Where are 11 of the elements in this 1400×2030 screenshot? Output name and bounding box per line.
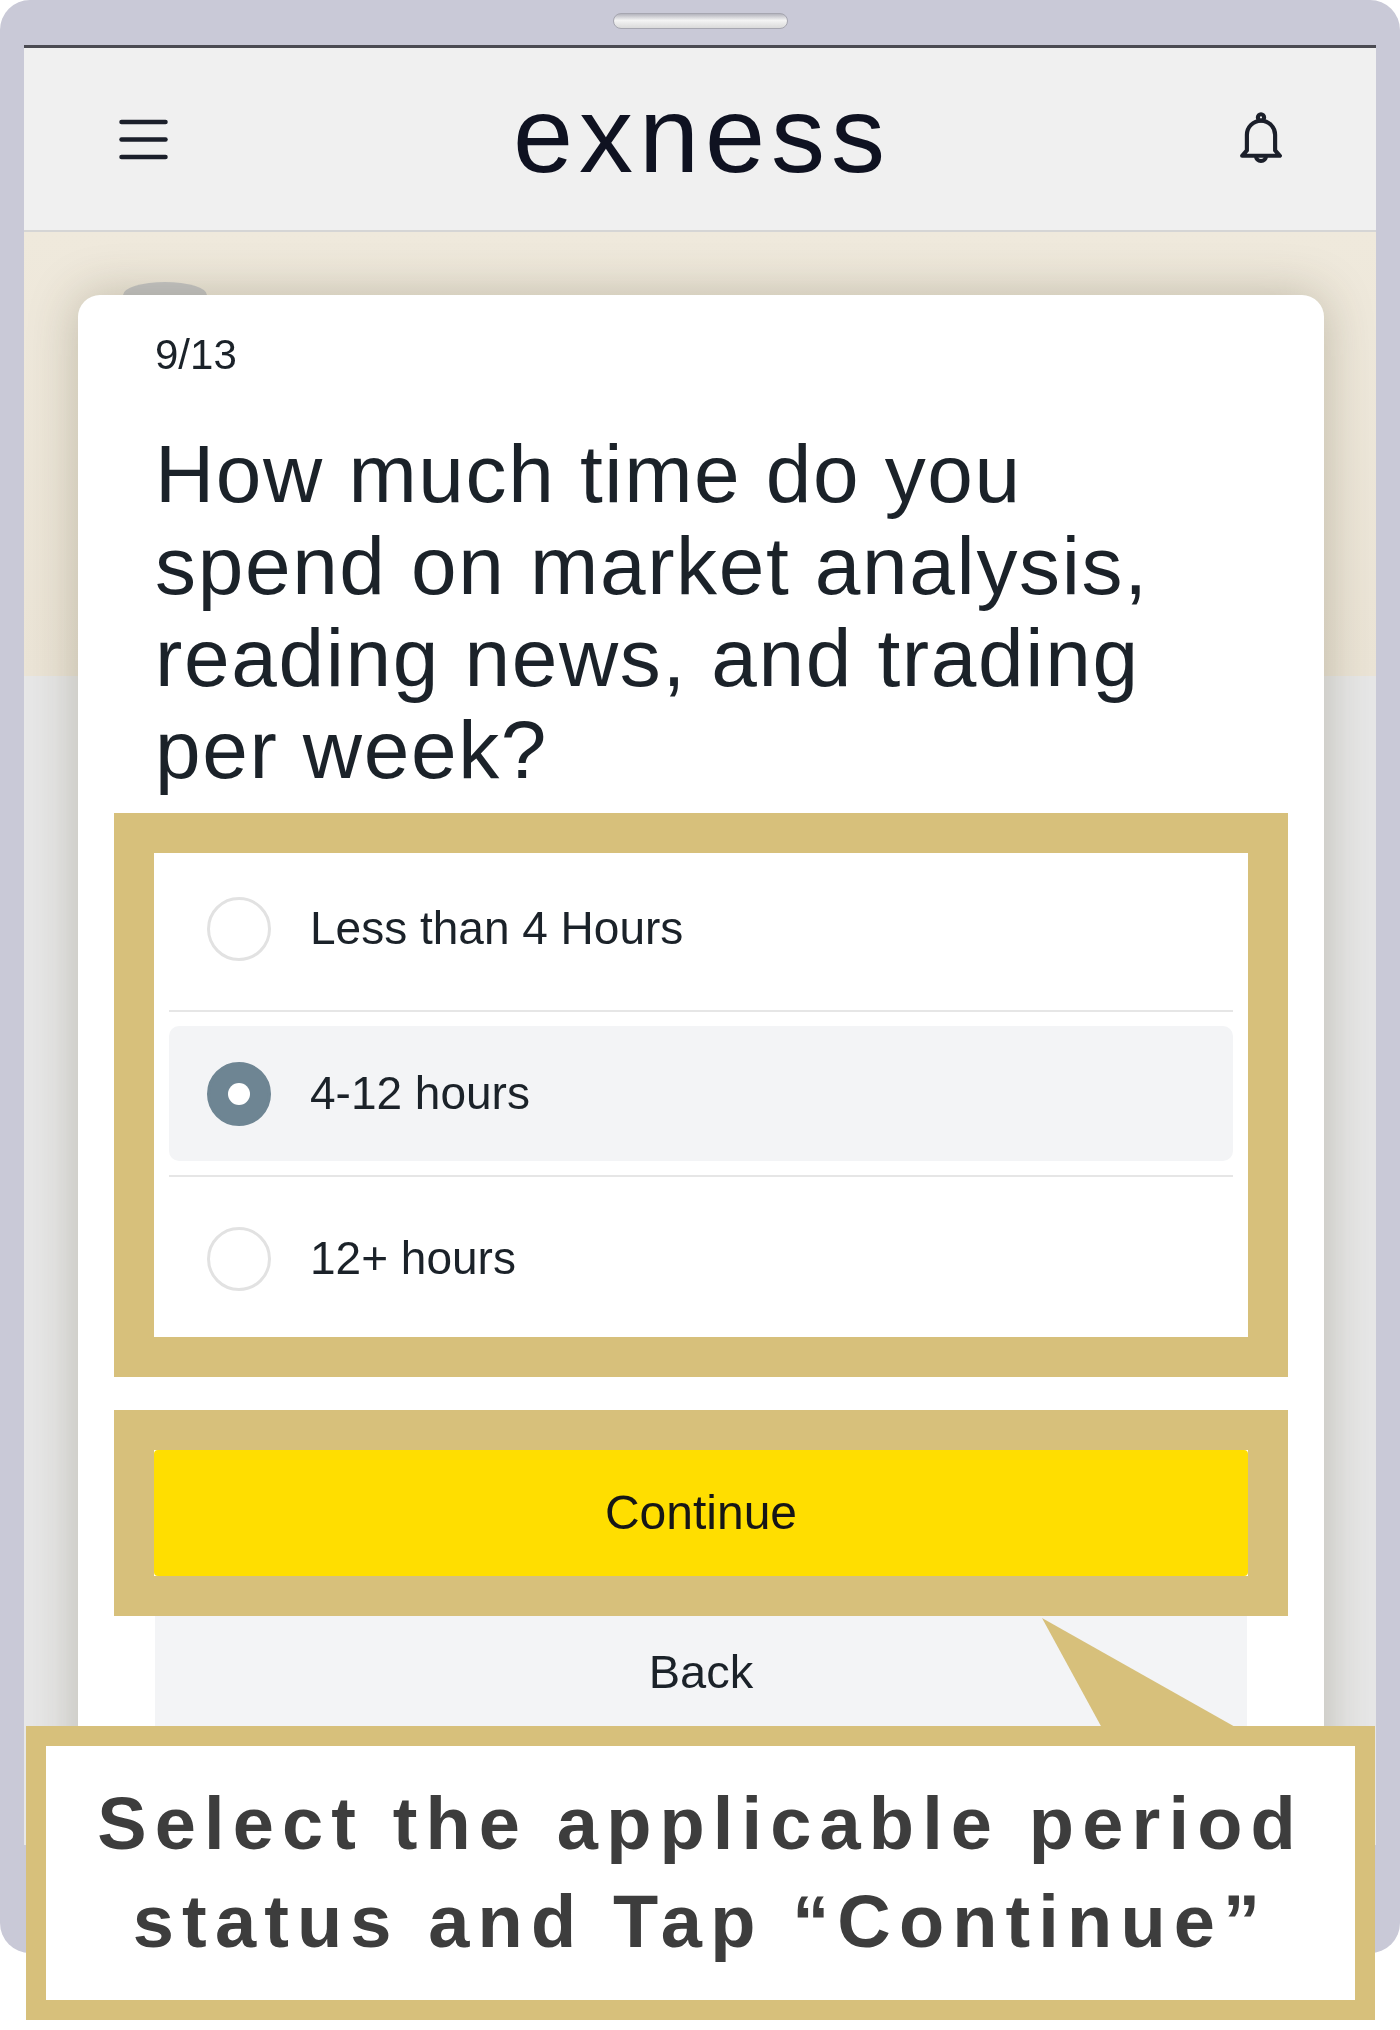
callout-text: Select the applicable period status and Tap “Continue” [96, 1781, 1305, 1965]
back-button[interactable]: Back [155, 1616, 1247, 1729]
speaker-slot-icon [612, 13, 788, 29]
brand-logo: exness [512, 81, 892, 189]
question-title: How much time do you spend on market analysis, reading news, and trading per week? [155, 428, 1150, 796]
answer-option[interactable]: 4-12 hours [169, 1026, 1233, 1161]
continue-button[interactable]: Continue [154, 1450, 1248, 1576]
answer-option[interactable]: 12+ hours [169, 1191, 1233, 1326]
answer-option[interactable]: Less than 4 Hours [169, 861, 1233, 996]
menu-icon[interactable] [119, 118, 168, 160]
question-counter: 9/13 [155, 330, 238, 380]
